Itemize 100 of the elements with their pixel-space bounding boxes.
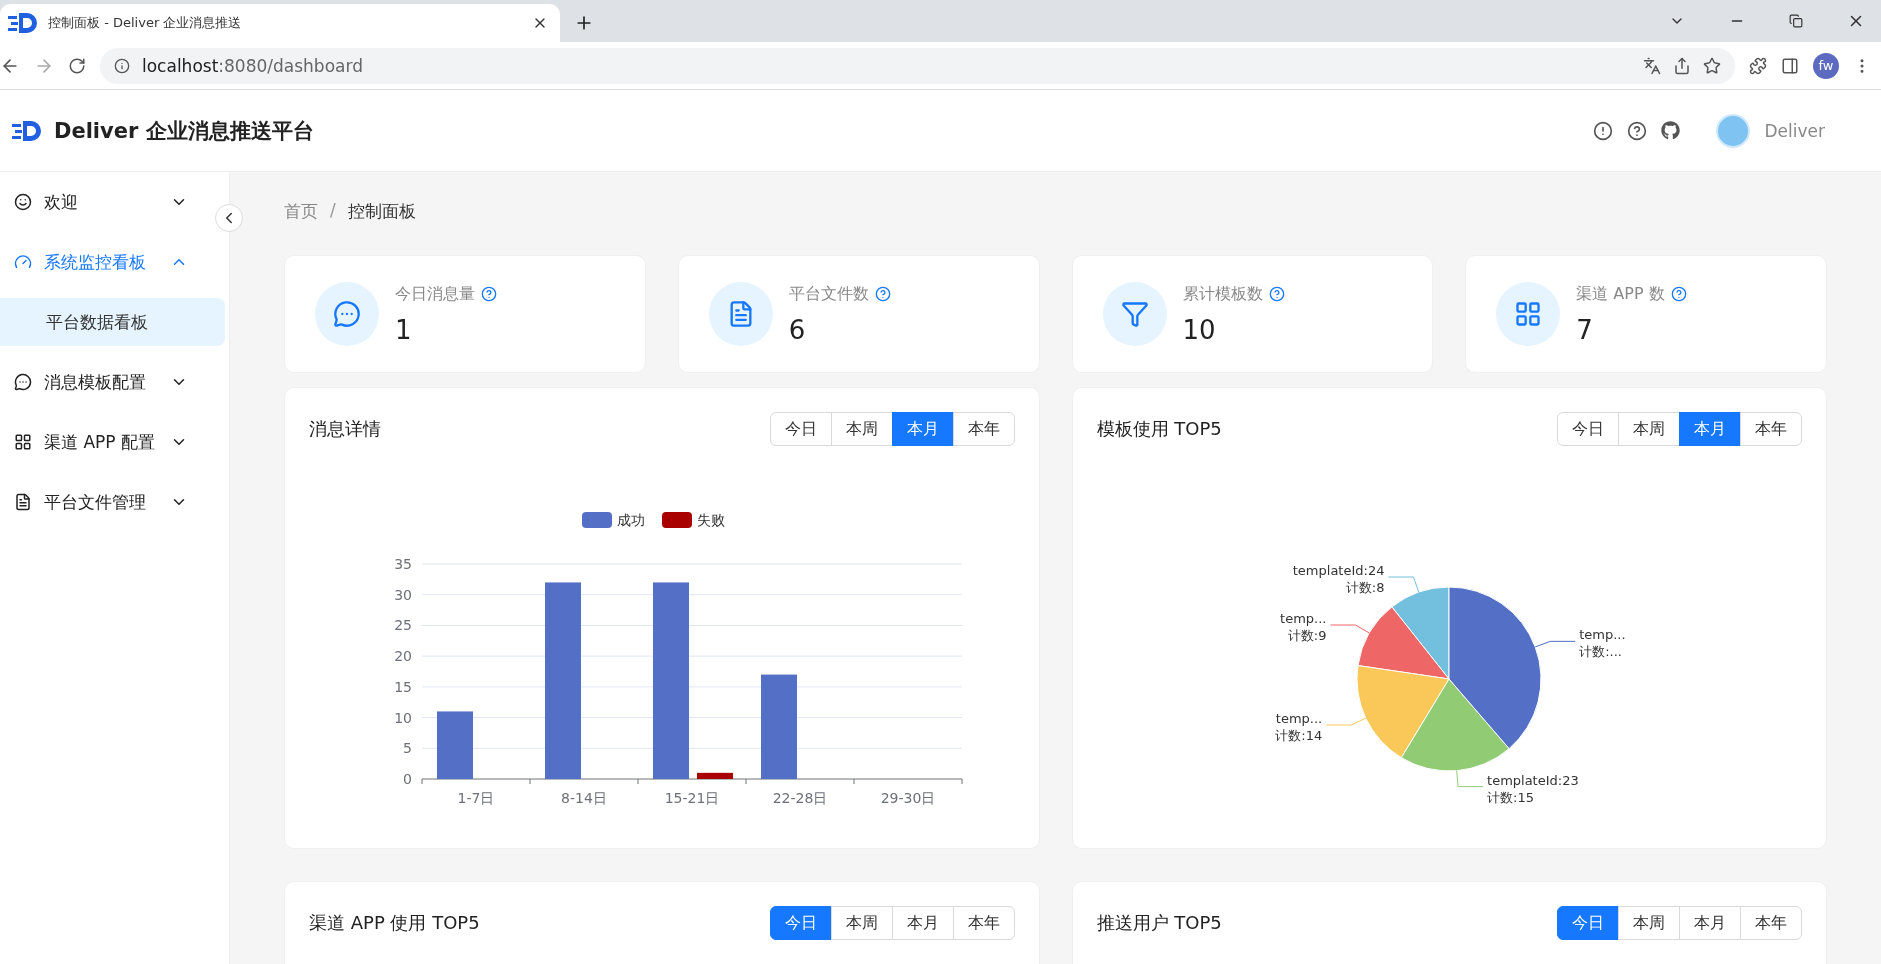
stat-label: 今日消息量: [395, 283, 475, 305]
period-tab[interactable]: 本年: [952, 412, 1015, 446]
card-title: 模板使用 TOP5: [1096, 417, 1222, 441]
tab-title: 控制面板 - Deliver 企业消息推送: [48, 14, 243, 32]
share-icon[interactable]: [1673, 56, 1691, 75]
slice-count: 计数:14: [1275, 728, 1323, 743]
axis-tick-label: 20: [393, 648, 412, 665]
period-tab[interactable]: 今日: [769, 906, 832, 940]
stat-value: 10: [1182, 314, 1217, 345]
collapse-button[interactable]: [215, 204, 243, 232]
period-tab[interactable]: 本年: [952, 906, 1015, 940]
github-icon[interactable]: [1661, 121, 1681, 140]
period-tab[interactable]: 本月: [891, 412, 954, 446]
restore-icon[interactable]: [1789, 14, 1803, 28]
gauge-icon: [14, 253, 32, 271]
leader-line: [1326, 717, 1367, 726]
slice-count: 计数:15: [1487, 789, 1535, 805]
user-name[interactable]: Deliver: [1764, 120, 1825, 141]
slice-count: 计数:8: [1346, 580, 1385, 595]
legend-swatch[interactable]: [661, 512, 692, 528]
axis-tick-label: 8-14日: [560, 790, 607, 806]
leader-line: [1535, 640, 1576, 648]
logo-icon: [12, 118, 42, 143]
breadcrumb-item: 控制面板: [347, 200, 416, 223]
help-icon[interactable]: [481, 286, 497, 302]
stat-label: 平台文件数: [788, 283, 869, 305]
axis-tick-label: 10: [393, 709, 412, 726]
period-tab[interactable]: 本月: [1679, 906, 1741, 940]
extensions-icon[interactable]: [1749, 56, 1767, 75]
logo-icon: [8, 11, 38, 35]
legend-swatch[interactable]: [581, 512, 612, 528]
smile-icon: [14, 193, 32, 211]
help-icon[interactable]: [874, 286, 891, 302]
slice-label: templateId:23: [1487, 772, 1579, 788]
bar[interactable]: [544, 582, 581, 779]
axis-tick-label: 1-7日: [457, 790, 495, 806]
pie-slice[interactable]: [1401, 678, 1510, 772]
stat-label: 累计模板数: [1182, 283, 1263, 305]
grid-icon: [14, 433, 32, 451]
profile-avatar[interactable]: fw: [1813, 52, 1839, 79]
browser-tab[interactable]: 控制面板 - Deliver 企业消息推送: [0, 4, 560, 42]
period-tab[interactable]: 本年: [1740, 412, 1802, 446]
address-bar[interactable]: localhost:8080/dashboard: [100, 47, 1735, 84]
help-icon[interactable]: [1268, 286, 1285, 302]
bar[interactable]: [760, 674, 797, 779]
sidebar-item[interactable]: 渠道 APP 配置: [0, 412, 212, 472]
axis-tick-label: 35: [393, 556, 412, 572]
sidebar-subitem[interactable]: 平台数据看板: [0, 298, 225, 346]
period-tab[interactable]: 本周: [1618, 412, 1680, 446]
document-icon: [14, 493, 32, 511]
alert-icon[interactable]: [1593, 120, 1614, 141]
bar[interactable]: [696, 772, 733, 779]
period-tab[interactable]: 本年: [1740, 906, 1802, 940]
card-title: 推送用户 TOP5: [1096, 911, 1222, 935]
help-icon[interactable]: [1670, 286, 1687, 302]
period-tab[interactable]: 今日: [1557, 906, 1619, 940]
app-title: Deliver 企业消息推送平台: [54, 117, 315, 145]
slice-count: 计数:9: [1288, 628, 1327, 643]
period-tab[interactable]: 今日: [1557, 412, 1619, 446]
axis-tick-label: 29-30日: [880, 790, 936, 806]
axis-tick-label: 22-28日: [772, 790, 828, 806]
pie-slice[interactable]: [1356, 665, 1450, 759]
stat-value: 7: [1576, 314, 1594, 345]
info-icon[interactable]: [114, 57, 130, 74]
bar[interactable]: [436, 711, 473, 779]
axis-tick-label: 30: [393, 586, 412, 603]
slice-label: templateId:24: [1293, 563, 1385, 578]
stat-value: 6: [788, 314, 807, 345]
sidebar-item[interactable]: 系统监控看板: [0, 232, 212, 292]
help-icon[interactable]: [1627, 120, 1648, 141]
card-title: 消息详情: [309, 417, 381, 441]
slice-label: temp...: [1276, 711, 1323, 726]
stat-label: 渠道 APP 数: [1576, 283, 1665, 305]
side-panel-icon[interactable]: [1781, 56, 1799, 75]
pie-slice[interactable]: [1357, 606, 1450, 680]
sidebar-item[interactable]: 消息模板配置: [0, 352, 212, 412]
axis-tick-label: 15: [393, 678, 412, 695]
period-tab[interactable]: 今日: [769, 412, 832, 446]
sidebar-item[interactable]: 欢迎: [0, 172, 212, 232]
legend-label[interactable]: 成功: [616, 512, 645, 528]
chat-bubble-icon: [14, 373, 32, 391]
legend-label[interactable]: 失败: [696, 512, 725, 528]
sidebar-item[interactable]: 平台文件管理: [0, 472, 212, 532]
period-tab[interactable]: 本周: [830, 906, 893, 940]
pie-slice[interactable]: [1448, 586, 1542, 750]
breadcrumb-separator: /: [330, 200, 336, 222]
reload-icon[interactable]: [68, 56, 86, 75]
stat-value: 1: [395, 314, 413, 345]
period-tab[interactable]: 本周: [830, 412, 893, 446]
bar[interactable]: [652, 582, 689, 779]
period-tab[interactable]: 本月: [1679, 412, 1741, 446]
axis-tick-label: 0: [402, 771, 412, 787]
slice-label: temp...: [1579, 627, 1626, 643]
leader-line: [1330, 624, 1371, 634]
translate-icon[interactable]: [1643, 56, 1661, 75]
period-tab[interactable]: 本月: [891, 906, 954, 940]
axis-tick-label: 5: [402, 740, 412, 757]
bookmark-star-icon[interactable]: [1703, 56, 1721, 75]
period-tab[interactable]: 本周: [1618, 906, 1680, 940]
axis-tick-label: 15-21日: [664, 790, 720, 806]
